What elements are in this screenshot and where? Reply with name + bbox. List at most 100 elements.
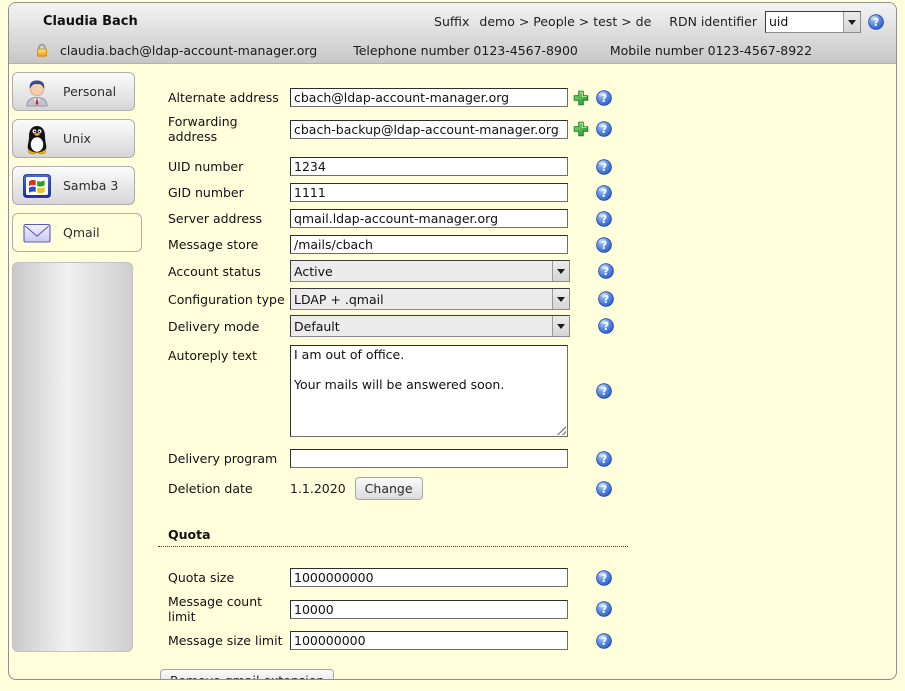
field-label: Delivery mode bbox=[168, 319, 290, 334]
svg-text:?: ? bbox=[601, 214, 607, 226]
field-label: Quota size bbox=[168, 570, 290, 585]
form-row: UID number ? bbox=[168, 157, 896, 176]
svg-text:?: ? bbox=[601, 188, 607, 200]
form-row: Autoreply text I am out of office. Your … bbox=[168, 345, 896, 437]
delivery-program-input[interactable] bbox=[290, 449, 568, 468]
account-status-select[interactable]: Active bbox=[290, 260, 570, 282]
form-row: Message size limit ? bbox=[168, 631, 896, 650]
windows-icon bbox=[21, 170, 53, 202]
help-icon[interactable]: ? bbox=[596, 570, 612, 586]
form-row: Deletion date 1.1.2020 Change ? bbox=[168, 477, 896, 500]
quota-size-input[interactable] bbox=[290, 568, 568, 587]
tab-label: Personal bbox=[63, 84, 116, 99]
svg-text:?: ? bbox=[601, 604, 607, 616]
svg-text:?: ? bbox=[603, 294, 609, 306]
field-label: Alternate address bbox=[168, 90, 290, 105]
help-icon[interactable]: ? bbox=[598, 318, 614, 334]
sidebar-filler bbox=[12, 262, 133, 652]
quota-section-heading: Quota bbox=[158, 527, 628, 547]
help-icon[interactable]: ? bbox=[596, 90, 612, 106]
tab-samba3[interactable]: Samba 3 bbox=[12, 166, 135, 205]
tab-qmail[interactable]: Qmail bbox=[12, 213, 142, 252]
suffix-label: Suffix bbox=[434, 14, 469, 29]
message-count-limit-input[interactable] bbox=[290, 600, 568, 619]
field-label: Server address bbox=[168, 211, 290, 226]
plus-icon[interactable] bbox=[573, 90, 589, 106]
forwarding-address-input[interactable] bbox=[290, 120, 568, 139]
svg-text:?: ? bbox=[601, 454, 607, 466]
form-row: Message count limit ? bbox=[168, 594, 896, 624]
autoreply-text-textarea[interactable]: I am out of office. Your mails will be a… bbox=[290, 345, 568, 437]
tab-label: Samba 3 bbox=[63, 178, 118, 193]
tab-personal[interactable]: Personal bbox=[12, 72, 135, 111]
help-icon[interactable]: ? bbox=[598, 291, 614, 307]
help-icon[interactable]: ? bbox=[596, 383, 612, 399]
remove-qmail-extension-button[interactable]: Remove qmail extension bbox=[160, 669, 334, 680]
configuration-type-select[interactable]: LDAP + .qmail bbox=[290, 288, 570, 310]
delivery-mode-select[interactable]: Default bbox=[290, 315, 570, 337]
field-label: Autoreply text bbox=[168, 345, 290, 363]
gid-number-input[interactable] bbox=[290, 183, 568, 202]
help-icon[interactable]: ? bbox=[596, 237, 612, 253]
field-label: Configuration type bbox=[168, 292, 290, 307]
titlebar: Claudia Bach Suffix demo > People > test… bbox=[9, 3, 896, 64]
qmail-form: Alternate address ? Forwarding address bbox=[148, 64, 896, 679]
help-icon[interactable]: ? bbox=[596, 451, 612, 467]
field-label: Message store bbox=[168, 237, 290, 252]
help-icon[interactable]: ? bbox=[596, 159, 612, 175]
envelope-icon bbox=[21, 217, 53, 249]
module-tab-bar: Personal Unix bbox=[9, 64, 148, 679]
help-icon[interactable]: ? bbox=[596, 601, 612, 617]
svg-text:?: ? bbox=[601, 93, 607, 105]
form-row: Configuration type LDAP + .qmail ? bbox=[168, 288, 896, 310]
suffix-path: demo > People > test > de bbox=[479, 14, 651, 29]
help-icon[interactable]: ? bbox=[596, 481, 612, 497]
alternate-address-input[interactable] bbox=[290, 88, 568, 107]
svg-text:?: ? bbox=[601, 573, 607, 585]
plus-icon[interactable] bbox=[573, 121, 589, 137]
form-row: Message store ? bbox=[168, 235, 896, 254]
field-label: Delivery program bbox=[168, 451, 290, 466]
message-store-input[interactable] bbox=[290, 235, 568, 254]
tab-unix[interactable]: Unix bbox=[12, 119, 135, 158]
help-icon[interactable]: ? bbox=[596, 211, 612, 227]
server-address-input[interactable] bbox=[290, 209, 568, 228]
form-row: Account status Active ? bbox=[168, 260, 896, 282]
svg-text:?: ? bbox=[601, 124, 607, 136]
svg-text:?: ? bbox=[601, 636, 607, 648]
svg-text:?: ? bbox=[601, 386, 607, 398]
help-icon[interactable]: ? bbox=[596, 185, 612, 201]
svg-text:?: ? bbox=[601, 484, 607, 496]
help-icon[interactable]: ? bbox=[596, 121, 612, 137]
svg-text:?: ? bbox=[603, 266, 609, 278]
message-size-limit-input[interactable] bbox=[290, 631, 568, 650]
svg-text:?: ? bbox=[601, 162, 607, 174]
field-label: Message count limit bbox=[168, 594, 290, 624]
account-edit-window: Claudia Bach Suffix demo > People > test… bbox=[8, 2, 897, 680]
field-label: UID number bbox=[168, 159, 290, 174]
form-row: GID number ? bbox=[168, 183, 896, 202]
rdn-identifier-label: RDN identifier bbox=[669, 14, 757, 29]
lock-icon bbox=[34, 42, 50, 58]
field-label: Account status bbox=[168, 264, 290, 279]
field-label: Forwarding address bbox=[168, 114, 290, 144]
help-icon[interactable]: ? bbox=[596, 633, 612, 649]
person-icon bbox=[21, 76, 53, 108]
form-row: Delivery program ? bbox=[168, 449, 896, 468]
tux-icon bbox=[21, 123, 53, 155]
rdn-identifier-select[interactable]: uid bbox=[765, 11, 861, 33]
help-icon[interactable]: ? bbox=[598, 263, 614, 279]
field-label: Message size limit bbox=[168, 633, 290, 648]
svg-text:?: ? bbox=[601, 240, 607, 252]
uid-number-input[interactable] bbox=[290, 157, 568, 176]
svg-text:?: ? bbox=[603, 321, 609, 333]
change-date-button[interactable]: Change bbox=[355, 477, 423, 500]
tab-label: Unix bbox=[63, 131, 91, 146]
mobile-number: Mobile number 0123-4567-8922 bbox=[610, 43, 812, 58]
form-row: Alternate address ? bbox=[168, 88, 896, 107]
field-label: Deletion date bbox=[168, 481, 290, 496]
tab-label: Qmail bbox=[63, 225, 100, 240]
deletion-date-value: 1.1.2020 bbox=[290, 481, 346, 496]
form-row: Server address ? bbox=[168, 209, 896, 228]
field-label: GID number bbox=[168, 185, 290, 200]
